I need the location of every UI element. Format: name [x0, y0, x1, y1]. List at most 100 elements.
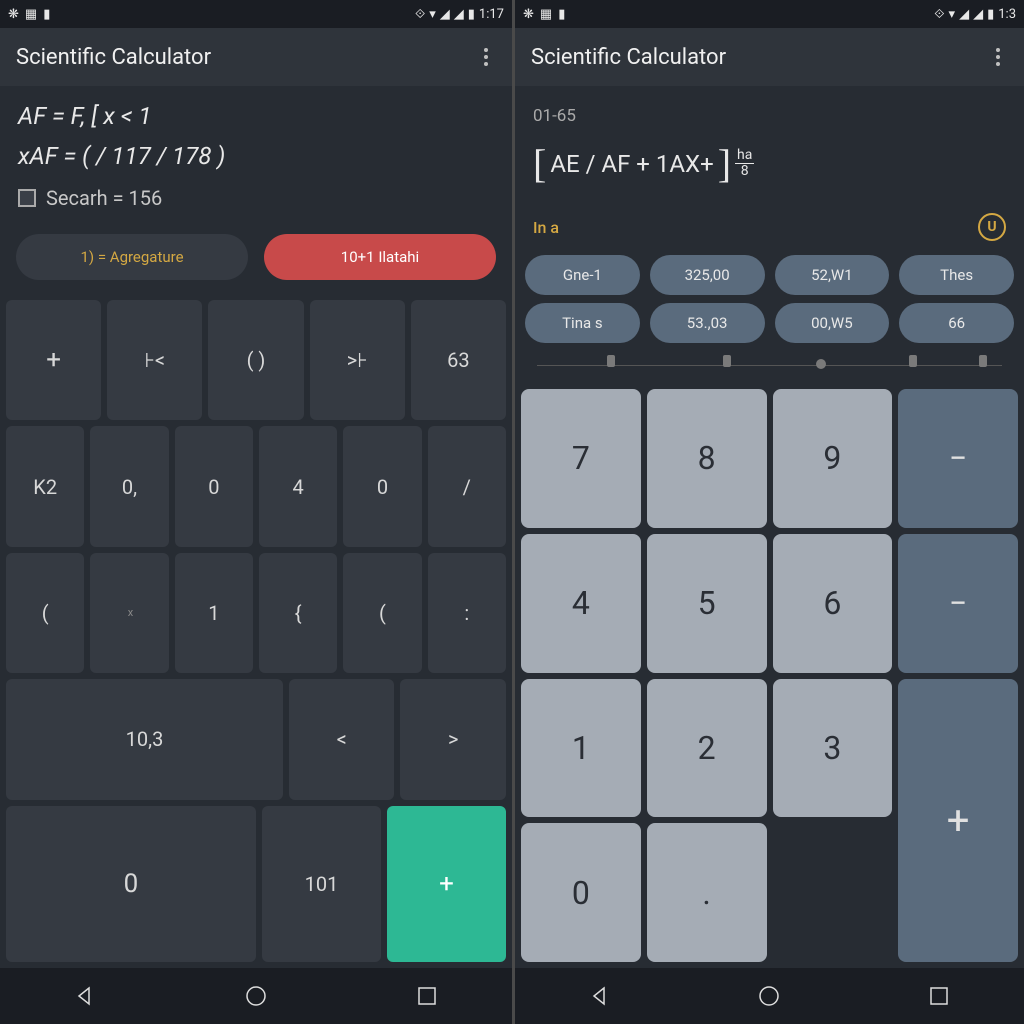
key-4[interactable]: 4 — [521, 534, 641, 673]
chip-gne1[interactable]: Gne-1 — [525, 255, 640, 295]
chip-52w1[interactable]: 52,W1 — [775, 255, 890, 295]
key-colon[interactable]: : — [428, 553, 506, 673]
key-5[interactable]: 5 — [647, 534, 767, 673]
signal-icon-2: ◢ — [973, 7, 983, 22]
fraction-denominator: 8 — [741, 164, 749, 179]
action-pills: 1) = Agregature 10+1 Ilatahi — [0, 220, 512, 294]
status-bar: ❋ ▦ ▮ ⟐ ▾ ◢ ◢ ▮ 1:3 — [515, 0, 1024, 28]
app-bar: Scientific Calculator — [0, 28, 512, 86]
key-0comma[interactable]: 0, — [90, 426, 168, 546]
expression-line-2: xAF = ( / 117 / 178 ) — [18, 142, 494, 170]
phone-left: ❋ ▦ ▮ ⟐ ▾ ◢ ◢ ▮ 1:17 Scientific Calculat… — [0, 0, 512, 1024]
key-lparen2[interactable]: ( — [343, 553, 421, 673]
nav-back-icon[interactable] — [588, 984, 612, 1008]
key-0[interactable]: 0 — [521, 823, 641, 962]
chip-tinas[interactable]: Tina s — [525, 303, 640, 343]
key-9[interactable]: 9 — [773, 389, 893, 528]
expression-display: 01-65 [ AE / AF + 1AX+ ] ha 8 — [515, 86, 1024, 197]
nav-bar — [515, 968, 1024, 1024]
signal-icon: ◢ — [959, 7, 969, 22]
key-prev[interactable]: ⊦< — [107, 300, 202, 420]
nav-back-icon[interactable] — [73, 984, 97, 1008]
key-x-sub[interactable]: x — [128, 606, 133, 619]
cast-icon: ⟐ — [415, 7, 425, 22]
status-settings-icon: ❋ — [8, 7, 19, 22]
key-minus-2[interactable]: − — [898, 534, 1018, 673]
battery-icon: ▮ — [987, 7, 994, 22]
key-equals-plus[interactable]: + — [387, 806, 506, 962]
undo-icon[interactable]: U — [978, 213, 1006, 241]
key-103[interactable]: 10,3 — [6, 679, 283, 799]
key-6[interactable]: 6 — [773, 534, 893, 673]
overflow-menu-icon[interactable] — [988, 40, 1008, 74]
status-card-icon: ▮ — [43, 7, 50, 22]
status-bar: ❋ ▦ ▮ ⟐ ▾ ◢ ◢ ▮ 1:17 — [0, 0, 512, 28]
key-plus[interactable]: + — [6, 300, 101, 420]
result-checkbox[interactable] — [18, 189, 36, 207]
key-dot[interactable]: . — [647, 823, 767, 962]
key-lbrace[interactable]: { — [259, 553, 337, 673]
clock: 1:3 — [998, 7, 1016, 22]
chip-5303[interactable]: 53.,03 — [650, 303, 765, 343]
signal-icon-2: ◢ — [454, 7, 464, 22]
numpad: 7 8 9 − 4 5 6 − 1 2 3 + 0 . — [515, 385, 1024, 968]
key-lt[interactable]: < — [289, 679, 395, 799]
status-card-icon: ▮ — [558, 7, 565, 22]
expression-display: AF = F, [ x < 1 xAF = ( / 117 / 178 ) Se… — [0, 86, 512, 220]
mode-row: In a U — [515, 197, 1024, 249]
mode-label[interactable]: In a — [533, 218, 559, 237]
key-101[interactable]: 101 — [262, 806, 381, 962]
history-expression: 01-65 — [533, 106, 1006, 126]
keypad: + ⊦< ( ) >⊦ 63 K2 0, 0 4 0 / ( x 1 { ( :… — [0, 294, 512, 968]
nav-recent-icon[interactable] — [415, 984, 439, 1008]
key-divide[interactable]: / — [428, 426, 506, 546]
expression-line-1: AF = F, [ x < 1 — [18, 102, 494, 130]
aggregate-button[interactable]: 1) = Agregature — [16, 234, 248, 280]
app-bar: Scientific Calculator — [515, 28, 1024, 86]
nav-home-icon[interactable] — [244, 984, 268, 1008]
status-grid-icon: ▦ — [540, 7, 552, 22]
chip-00w5[interactable]: 00,W5 — [775, 303, 890, 343]
cast-icon: ⟐ — [934, 7, 944, 22]
key-7[interactable]: 7 — [521, 389, 641, 528]
key-k2[interactable]: K2 — [6, 426, 84, 546]
key-minus[interactable]: − — [898, 389, 1018, 528]
key-parens[interactable]: ( ) — [208, 300, 303, 420]
key-plus[interactable]: + — [898, 679, 1018, 963]
key-8[interactable]: 8 — [647, 389, 767, 528]
nav-bar — [0, 968, 512, 1024]
memory-chips: Gne-1 325,00 52,W1 Thes Tina s 53.,03 00… — [515, 249, 1024, 385]
key-0b[interactable]: 0 — [343, 426, 421, 546]
key-next[interactable]: >⊦ — [310, 300, 405, 420]
fraction: ha 8 — [735, 148, 754, 180]
slider[interactable] — [537, 355, 1002, 375]
key-0-large[interactable]: 0 — [6, 806, 256, 962]
key-4[interactable]: 4 — [259, 426, 337, 546]
key-lparen[interactable]: ( — [6, 553, 84, 673]
nav-recent-icon[interactable] — [927, 984, 951, 1008]
action-button[interactable]: 10+1 Ilatahi — [264, 234, 496, 280]
bracket-right: ] — [718, 140, 731, 187]
overflow-menu-icon[interactable] — [476, 40, 496, 74]
key-gt[interactable]: > — [400, 679, 506, 799]
key-2[interactable]: 2 — [647, 679, 767, 818]
result-line: Secarh = 156 — [18, 186, 494, 210]
bracket-left: [ — [533, 140, 546, 187]
key-1[interactable]: 1 — [521, 679, 641, 818]
fraction-numerator: ha — [735, 148, 754, 164]
wifi-icon: ▾ — [949, 7, 956, 22]
app-title: Scientific Calculator — [16, 45, 211, 70]
status-grid-icon: ▦ — [25, 7, 37, 22]
chip-thes[interactable]: Thes — [899, 255, 1014, 295]
chip-325[interactable]: 325,00 — [650, 255, 765, 295]
wifi-icon: ▾ — [429, 7, 436, 22]
key-1[interactable]: 1 — [175, 553, 253, 673]
key-0a[interactable]: 0 — [175, 426, 253, 546]
status-settings-icon: ❋ — [523, 7, 534, 22]
phone-right: ❋ ▦ ▮ ⟐ ▾ ◢ ◢ ▮ 1:3 Scientific Calculato… — [512, 0, 1024, 1024]
key-63[interactable]: 63 — [411, 300, 506, 420]
clock: 1:17 — [479, 7, 504, 22]
nav-home-icon[interactable] — [757, 984, 781, 1008]
chip-66[interactable]: 66 — [899, 303, 1014, 343]
key-3[interactable]: 3 — [773, 679, 893, 818]
